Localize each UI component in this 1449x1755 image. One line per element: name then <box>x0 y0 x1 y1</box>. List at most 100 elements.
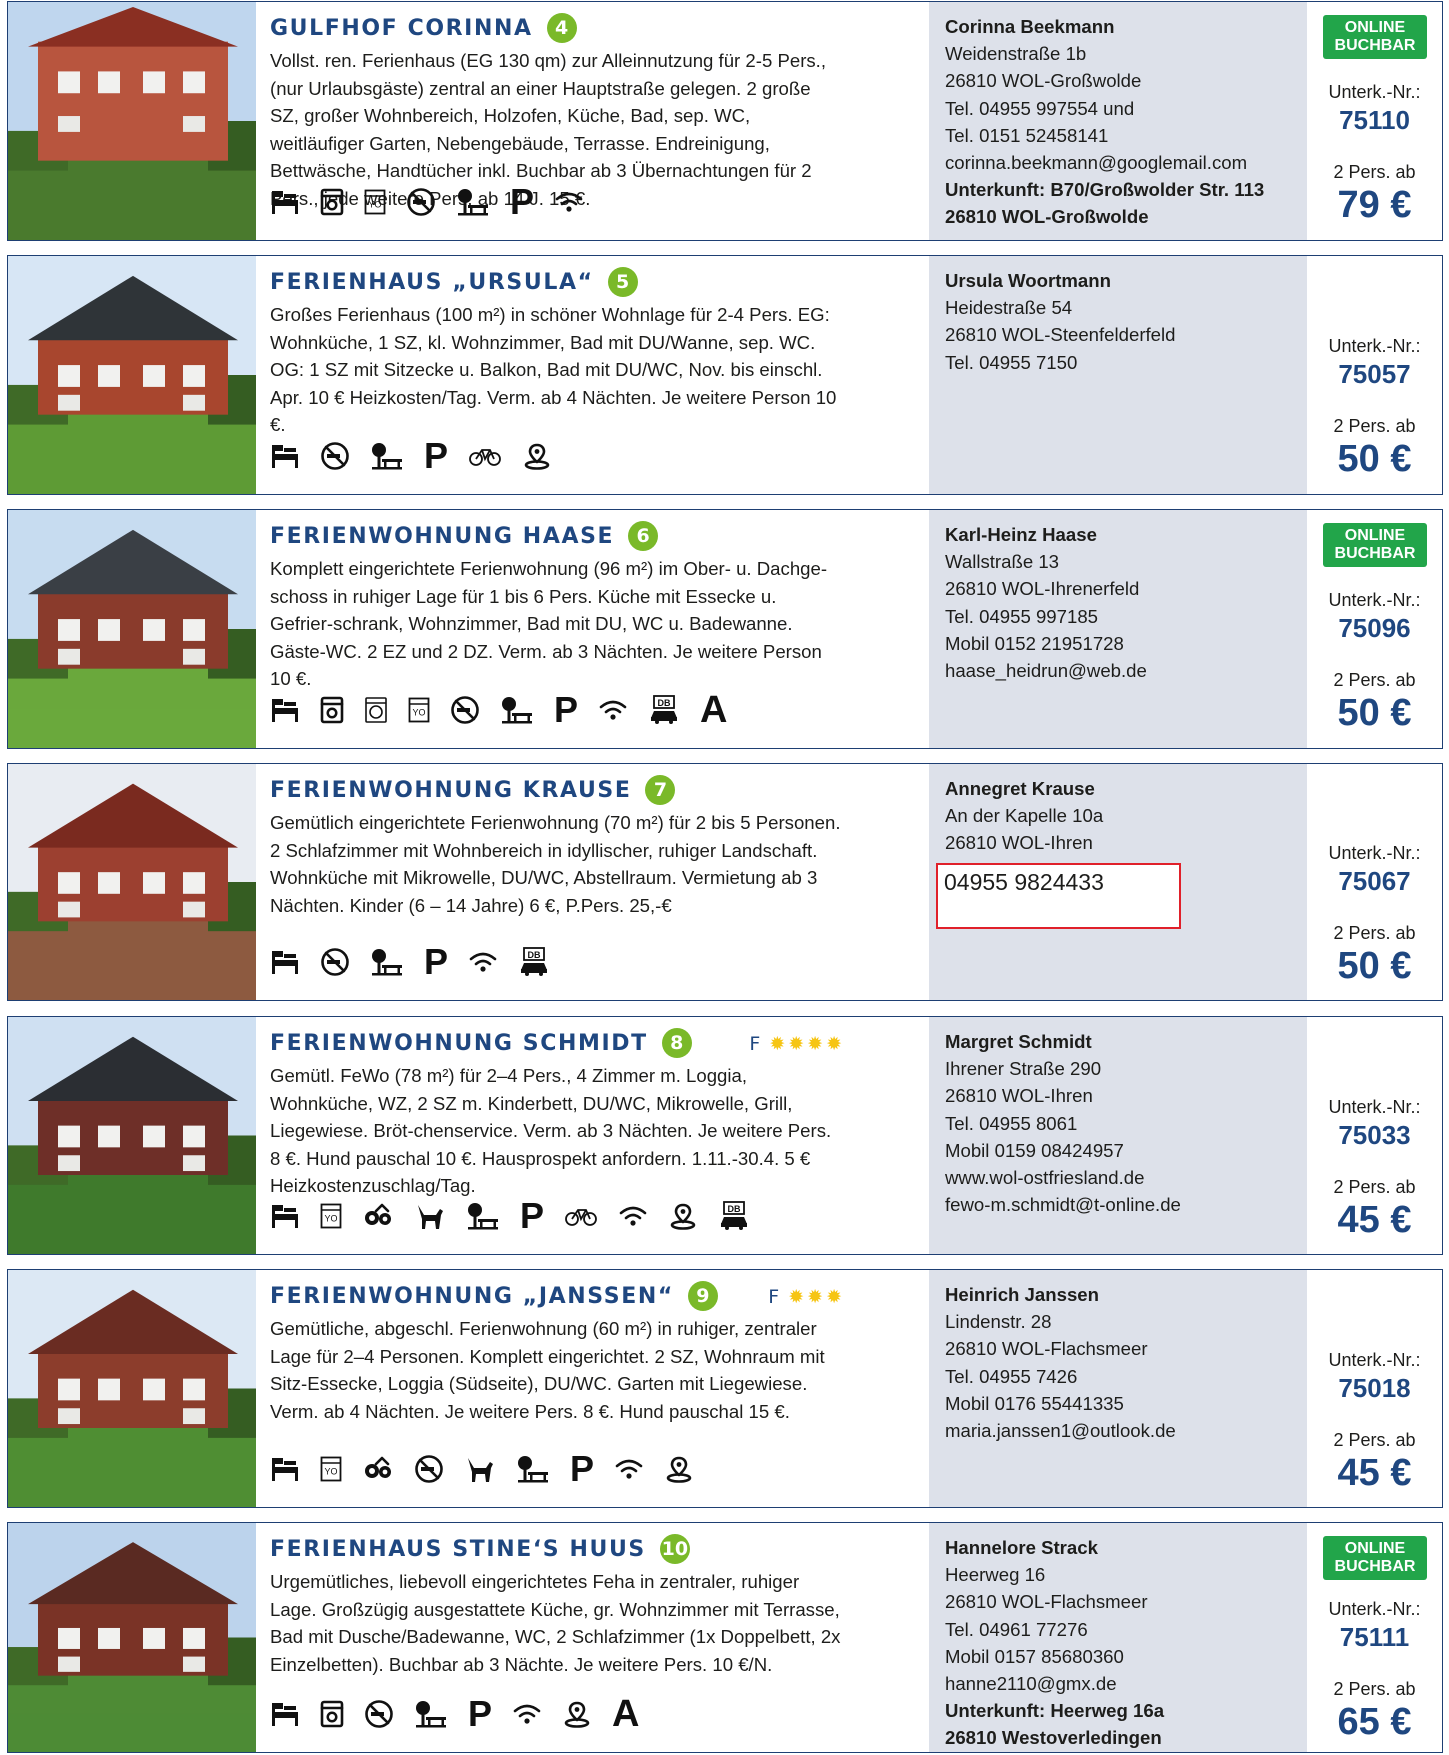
wifi-icon <box>468 942 498 982</box>
a-icon: A <box>700 689 728 731</box>
listing-number-badge: 9 <box>687 1281 718 1311</box>
train-station-icon: DB <box>718 1196 750 1236</box>
listing-description-block: FERIENWOHNUNG KRAUSE 7 Gemütlich eingerich… <box>270 764 842 1000</box>
bed-icon <box>270 690 300 730</box>
online-booking-button[interactable]: ONLINE BUCHBAR <box>1323 15 1427 59</box>
contact-email[interactable]: corinna.beekmann@googlemail.com <box>945 149 1291 176</box>
front-loader-icon <box>364 690 388 730</box>
house-photo <box>8 2 256 240</box>
contact-email[interactable]: fewo-m.schmidt@t-online.de <box>945 1191 1291 1218</box>
listing-number-badge: 6 <box>628 521 659 551</box>
amenity-icons: YO P DB <box>270 1196 750 1236</box>
house-photo <box>8 256 256 494</box>
dryer-icon: YO <box>320 1196 342 1236</box>
parking-icon: P <box>424 435 449 476</box>
washing-machine-icon <box>320 690 344 730</box>
contact-name: Margret Schmidt <box>945 1031 1092 1052</box>
family-icon <box>362 1449 394 1489</box>
bicycle-icon <box>564 1196 598 1236</box>
contact-email[interactable]: haase_heidrun@web.de <box>945 657 1291 684</box>
listing-card: FERIENWOHNUNG „JANSSEN“ 9 F ✹ ✹ ✹ Gemütliche, … <box>7 1269 1443 1508</box>
contact-line: Tel. 04955 7150 <box>945 351 1078 373</box>
contact-line: 26810 WOL-Steenfelderfeld <box>945 324 1176 346</box>
price-panel: Unterk.-Nr.: 75018 2 Pers. ab 45 € <box>1307 1270 1442 1507</box>
star-rating: F ✹ ✹ ✹ <box>768 1286 842 1308</box>
bed-icon <box>270 182 300 222</box>
star-icon: ✹ <box>769 1032 786 1055</box>
wifi-icon <box>554 182 584 222</box>
amenity-icons: P DB <box>270 942 550 982</box>
no-smoking-icon <box>414 1449 444 1489</box>
contact-website[interactable]: www.wol-ostfriesland.de <box>945 1164 1291 1191</box>
listing-card: FERIENWOHNUNG HAASE 6 Komplett eingerichte… <box>7 509 1443 749</box>
contact-line: Tel. 04955 997185 <box>945 605 1099 627</box>
contact-line: 26810 WOL-Ihren <box>945 832 1093 854</box>
amenity-icons: PA <box>270 1694 639 1734</box>
family-icon <box>362 1196 394 1236</box>
accommodation-number-label: Unterk.-Nr.: <box>1328 82 1421 102</box>
location-pin-icon <box>668 1196 698 1236</box>
listing-card: FERIENHAUS STINE‘S HUUS 10 Urgemütliches, … <box>7 1522 1443 1753</box>
price-persons-label: 2 Pers. ab <box>1333 162 1416 182</box>
amenity-icons: YO P DB A <box>270 690 727 730</box>
house-photo <box>8 764 256 1000</box>
contact-panel: Corinna Beekmann Weidenstraße 1b 26810 WOL… <box>929 2 1307 240</box>
phone-input-box[interactable]: 04955 9824433 <box>936 862 1181 929</box>
accommodation-number-label: Unterk.-Nr.: <box>1328 590 1421 610</box>
price-persons-label: 2 Pers. ab <box>1333 1176 1416 1197</box>
contact-line: Wallstraße 13 <box>945 551 1060 573</box>
accommodation-number: 75110 <box>1339 105 1410 135</box>
garden-bench-icon <box>516 1449 550 1489</box>
no-smoking-icon <box>406 182 436 222</box>
garden-bench-icon <box>370 942 404 982</box>
dog-icon <box>464 1449 496 1489</box>
price-panel: Unterk.-Nr.: 75033 2 Pers. ab 45 € <box>1307 1017 1442 1254</box>
price-panel: Unterk.-Nr.: 75057 2 Pers. ab 50 € <box>1307 256 1442 494</box>
contact-email[interactable]: hanne2110@gmx.de <box>945 1670 1291 1697</box>
dryer-icon: YO <box>408 690 430 730</box>
listing-description-block: FERIENWOHNUNG HAASE 6 Komplett eingerichte… <box>270 510 842 748</box>
contact-line: Tel. 04961 77276 <box>945 1618 1088 1640</box>
price-amount: 50 € <box>1337 692 1412 734</box>
svg-text:YO: YO <box>324 1214 337 1224</box>
parking-icon: P <box>510 181 535 222</box>
contact-line: 26810 WOL-Ihrenerfeld <box>945 578 1140 600</box>
svg-text:DB: DB <box>528 950 541 960</box>
price-amount: 45 € <box>1337 1198 1412 1241</box>
listing-description-block: FERIENHAUS „URSULA“ 5 Großes Ferienhaus (1… <box>270 256 842 494</box>
svg-text:YO: YO <box>412 708 425 718</box>
accommodation-number: 75096 <box>1338 613 1411 643</box>
bed-icon <box>270 1196 300 1236</box>
parking-icon: P <box>424 941 449 982</box>
listing-title-row: FERIENHAUS STINE‘S HUUS 10 <box>270 1533 842 1565</box>
bed-icon <box>270 1694 300 1734</box>
listing-description: Urgemütliches, liebevoll eingerichtetes … <box>270 1571 841 1675</box>
accommodation-number: 75018 <box>1338 1372 1411 1403</box>
dryer-icon: YO <box>320 1449 342 1489</box>
online-booking-button[interactable]: ONLINE BUCHBAR <box>1323 523 1427 567</box>
price-persons-label: 2 Pers. ab <box>1333 1429 1416 1450</box>
contact-line: Heidestraße 54 <box>945 297 1073 319</box>
svg-text:YO: YO <box>324 1467 337 1477</box>
contact-line: Mobil 0157 85680360 <box>945 1645 1124 1667</box>
garden-bench-icon <box>370 436 404 476</box>
washing-machine-icon <box>320 1694 344 1734</box>
dog-icon <box>414 1196 446 1236</box>
parking-icon: P <box>570 1448 595 1489</box>
contact-line: 26810 WOL-Flachsmeer <box>945 1591 1148 1613</box>
no-smoking-icon <box>320 436 350 476</box>
contact-email[interactable]: maria.janssen1@outlook.de <box>945 1417 1291 1444</box>
contact-panel: Karl-Heinz Haase Wallstraße 13 26810 WOL-I… <box>929 510 1307 748</box>
contact-line: Mobil 0152 21951728 <box>945 632 1124 654</box>
contact-name: Corinna Beekmann <box>945 16 1115 37</box>
listing-description-block: FERIENWOHNUNG „JANSSEN“ 9 F ✹ ✹ ✹ Gemütliche, … <box>270 1270 842 1507</box>
contact-line: Ihrener Straße 290 <box>945 1058 1102 1080</box>
listing-description: Großes Ferienhaus (100 m²) in schöner Wo… <box>270 304 837 435</box>
accommodation-address: Unterkunft: Heerweg 16a <box>945 1700 1165 1722</box>
listing-title: FERIENWOHNUNG HAASE <box>270 523 615 549</box>
online-booking-button[interactable]: ONLINE BUCHBAR <box>1323 1536 1427 1580</box>
star-icon: ✹ <box>807 1285 824 1308</box>
wifi-icon <box>614 1449 644 1489</box>
listing-description-block: FERIENWOHNUNG SCHMIDT 8 F ✹ ✹ ✹ ✹ Gemütl. FeWo … <box>270 1017 842 1254</box>
listing-title: FERIENWOHNUNG SCHMIDT <box>270 1030 648 1056</box>
